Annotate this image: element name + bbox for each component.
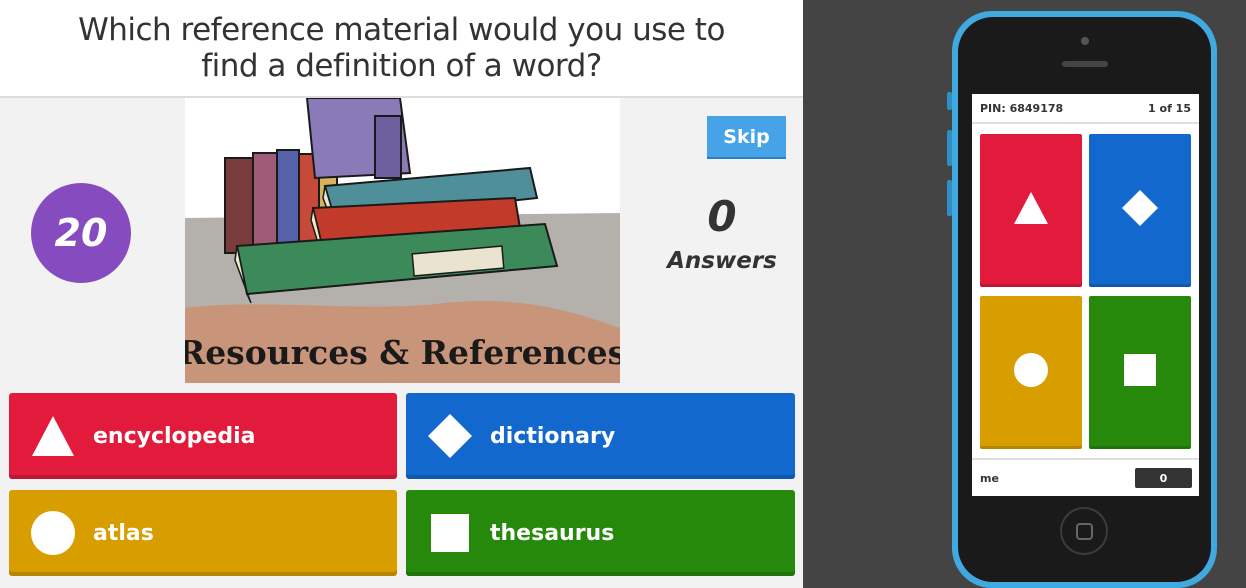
countdown-timer: 20	[31, 183, 131, 283]
square-icon	[427, 510, 473, 556]
triangle-icon	[30, 413, 76, 459]
phone-speaker	[1062, 61, 1108, 67]
skip-button[interactable]: Skip	[707, 116, 786, 157]
phone-screen: PIN: 6849178 1 of 15 me 0	[972, 94, 1199, 496]
answer-option-atlas[interactable]: atlas	[9, 490, 397, 576]
phone-answer-circle[interactable]	[980, 296, 1082, 449]
answer-label: dictionary	[490, 423, 616, 449]
question-text: Which reference material would you use t…	[78, 12, 725, 84]
answer-count-label: Answers	[667, 248, 777, 274]
phone-answer-square[interactable]	[1089, 296, 1191, 449]
answer-option-encyclopedia[interactable]: encyclopedia	[9, 393, 397, 479]
question-image: Resources & References	[185, 98, 620, 383]
phone-footer: me 0	[972, 458, 1199, 496]
diamond-icon	[427, 413, 473, 459]
triangle-icon	[1013, 191, 1049, 230]
answer-option-dictionary[interactable]: dictionary	[406, 393, 795, 479]
phone-header: PIN: 6849178 1 of 15	[972, 94, 1199, 124]
diamond-icon	[1121, 189, 1159, 232]
answer-label: encyclopedia	[93, 423, 256, 449]
answer-label: thesaurus	[490, 520, 615, 546]
player-score: 0	[1135, 468, 1192, 488]
circle-icon	[30, 510, 76, 556]
answer-label: atlas	[93, 520, 154, 546]
answer-option-thesaurus[interactable]: thesaurus	[406, 490, 795, 576]
phone-home-button[interactable]	[1060, 507, 1108, 555]
phone-camera	[1081, 37, 1089, 45]
player-nickname: me	[980, 472, 999, 485]
game-pin: PIN: 6849178	[980, 102, 1064, 115]
answer-count: 0	[707, 192, 737, 241]
circle-icon	[1013, 352, 1049, 393]
host-screen: Which reference material would you use t…	[0, 0, 803, 588]
phone-answer-triangle[interactable]	[980, 134, 1082, 287]
image-caption: Resources & References	[185, 333, 620, 372]
question-progress: 1 of 15	[1148, 102, 1191, 115]
home-square-icon	[1075, 522, 1093, 540]
phone-side-button	[947, 92, 952, 110]
question-bar: Which reference material would you use t…	[0, 0, 803, 98]
square-icon	[1124, 354, 1156, 391]
phone-answer-diamond[interactable]	[1089, 134, 1191, 287]
phone-side-button	[947, 130, 952, 166]
phone-side-button	[947, 180, 952, 216]
